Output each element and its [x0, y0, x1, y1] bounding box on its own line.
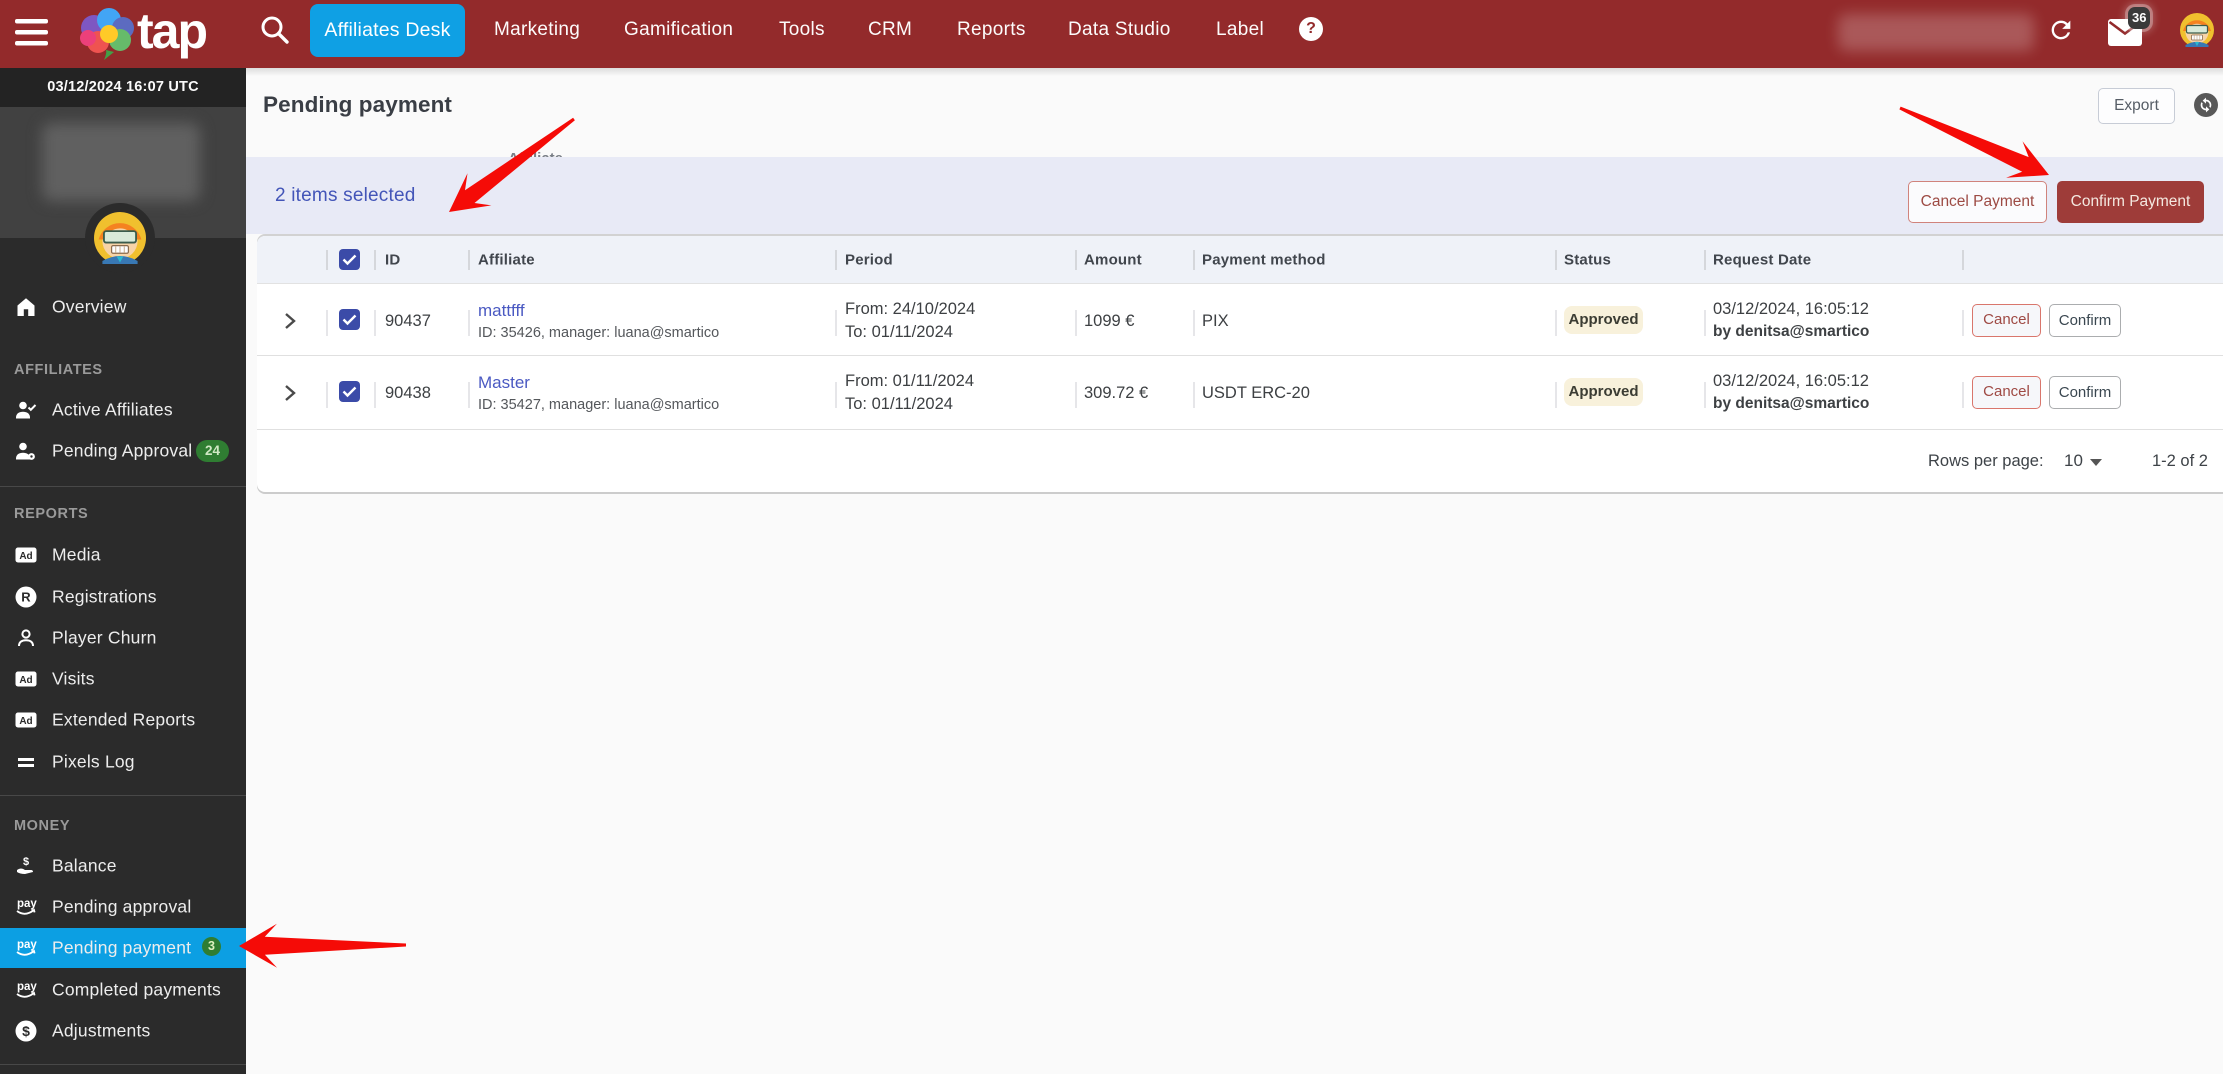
svg-text:pay: pay	[17, 981, 37, 993]
svg-text:pay: pay	[17, 939, 37, 951]
svg-text:Ad: Ad	[19, 674, 32, 685]
svg-text:$: $	[22, 1023, 30, 1039]
svg-text:R: R	[21, 589, 31, 604]
svg-text:Ad: Ad	[19, 550, 32, 561]
svg-text:Ad: Ad	[19, 715, 32, 726]
svg-text:$: $	[23, 856, 29, 868]
svg-text:pay: pay	[17, 898, 37, 910]
